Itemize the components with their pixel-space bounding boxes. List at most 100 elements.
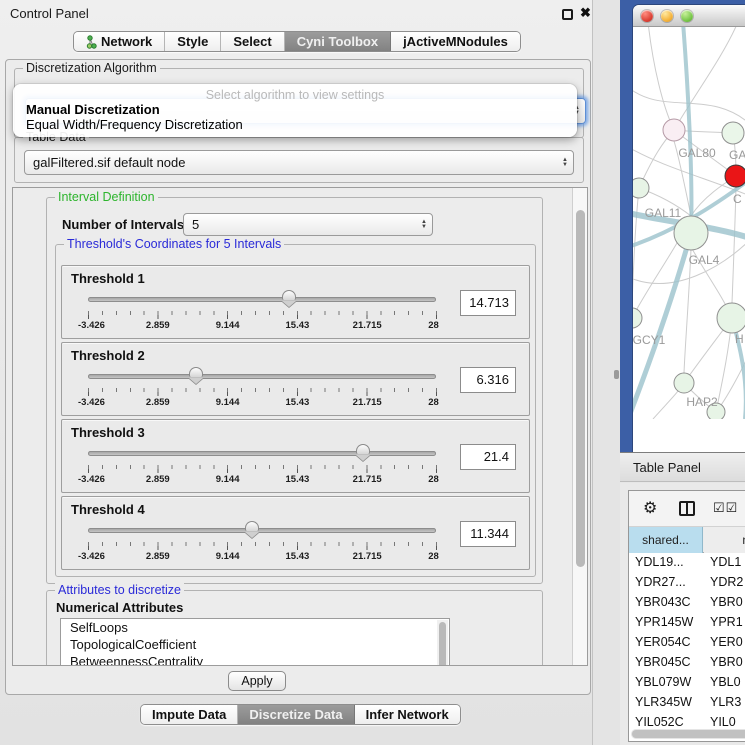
tab-impute-data[interactable]: Impute Data [141,705,238,724]
settings-vertical-scrollbar[interactable] [572,188,587,666]
threshold-value-field[interactable]: 11.344 [460,521,516,547]
network-node-label: GAL4 [689,253,720,267]
network-node[interactable] [663,119,685,141]
slider-thumb[interactable] [245,521,259,531]
slider-thumb[interactable] [189,367,203,377]
interval-definition-group: Interval Definition Number of Intervals … [46,197,543,584]
threshold-label: Threshold 4 [71,502,145,517]
cell-name: YBR0 [710,595,743,609]
network-node-label: GAL80 [678,146,716,160]
tab-network[interactable]: Network [74,32,165,51]
network-canvas[interactable]: GAL80GACGAL11GAL4GCY1HHAP2 [633,27,745,419]
threshold-label: Threshold 1 [71,271,145,286]
list-item[interactable]: TopologicalCoefficient [61,636,449,653]
zoom-traffic-light-icon[interactable] [681,10,693,22]
tab-discretize-data[interactable]: Discretize Data [238,705,354,724]
table-row[interactable]: YBL079W YBL0 [629,673,745,693]
threshold-panel: Threshold 1 -3.426 2.859 9.144 15.43 21.… [61,265,530,339]
tick-label: 9.144 [216,474,240,485]
network-node[interactable] [674,373,694,393]
threshold-slider[interactable] [88,518,436,544]
threshold-slider[interactable] [88,364,436,390]
slider-track[interactable] [88,297,436,302]
slider-thumb[interactable] [282,290,296,300]
cell-shared-name: YLR345W [635,695,692,709]
tab-cyni-toolbox-label: Cyni Toolbox [297,34,378,49]
slider-minor-ticks [88,542,437,546]
table-rows: YDL19... YDL1 YDR27... YDR2 YBR043C YBR0… [629,553,745,733]
divider-handle-icon[interactable] [614,370,619,379]
tab-jactivemnodules-label: jActiveMNodules [403,34,508,49]
threshold-value-field[interactable]: 14.713 [460,290,516,316]
algorithm-option-manual[interactable]: Manual Discretization [13,102,577,117]
table-data-select[interactable]: galFiltered.sif default node ▲▼ [24,150,574,175]
algorithm-dropdown-popup: Select algorithm to view settings Manual… [13,84,577,137]
split-pane-divider[interactable] [593,0,620,745]
table-row[interactable]: YLR345W YLR3 [629,693,745,713]
attributes-group: Attributes to discretize Numerical Attri… [46,590,543,666]
algorithm-option-equal-width[interactable]: Equal Width/Frequency Discretization [13,117,577,132]
close-icon[interactable]: ✖ [580,5,591,21]
minimize-traffic-light-icon[interactable] [661,10,673,22]
number-of-intervals-select[interactable]: 5 ▲▼ [183,213,433,236]
tab-cyni-toolbox[interactable]: Cyni Toolbox [285,32,391,51]
cell-name: YDR2 [710,575,743,589]
table-data-selected-value: galFiltered.sif default node [33,155,185,170]
slider-track[interactable] [88,451,436,456]
threshold-value-field[interactable]: 6.316 [460,367,516,393]
tab-infer-network[interactable]: Infer Network [355,705,460,724]
slider-thumb[interactable] [356,444,370,454]
threshold-value-field[interactable]: 21.4 [460,444,516,470]
table-row[interactable]: YDL19... YDL1 [629,553,745,573]
list-item[interactable]: SelfLoops [61,619,449,636]
cell-shared-name: YDL19... [635,555,684,569]
stepper-icon: ▲▼ [562,158,568,168]
network-node[interactable] [633,178,649,198]
tab-select[interactable]: Select [221,32,284,51]
network-node[interactable] [722,122,744,144]
tick-label: 2.859 [146,320,170,331]
network-node[interactable] [725,165,745,187]
slider-track[interactable] [88,528,436,533]
table-header-row: shared... na [629,527,745,553]
gear-icon[interactable]: ⚙ [643,498,657,518]
cell-shared-name: YPR145W [635,615,693,629]
tick-label: 28 [428,474,439,485]
columns-icon[interactable] [679,501,695,516]
tick-label: 2.859 [146,474,170,485]
threshold-slider[interactable] [88,287,436,313]
table-row[interactable]: YPR145W YPR1 [629,613,745,633]
column-header-shared-name[interactable]: shared... [629,527,703,553]
threshold-label: Threshold 2 [71,348,145,363]
top-tab-bar: Network Style Select Cyni Toolbox jActiv… [73,31,521,52]
select-columns-checkboxes-icon[interactable]: ☑☑ [713,500,738,516]
apply-button[interactable]: Apply [228,671,286,691]
network-node[interactable] [717,303,745,333]
list-item[interactable]: BetweennessCentrality [61,653,449,666]
cell-name: YIL0 [710,715,736,729]
slider-tick-labels: -3.426 2.859 9.144 15.43 21.715 28 [88,397,437,409]
table-panel-titlebar: Table Panel [620,452,745,482]
slider-tick-labels: -3.426 2.859 9.144 15.43 21.715 28 [88,474,437,486]
attributes-scrollbar[interactable] [437,620,448,666]
network-node[interactable] [674,216,708,250]
table-row[interactable]: YBR045C YBR0 [629,653,745,673]
table-row[interactable]: YER054C YER0 [629,633,745,653]
threshold-slider[interactable] [88,441,436,467]
close-traffic-light-icon[interactable] [641,10,653,22]
network-node[interactable] [633,308,642,328]
column-header-name[interactable]: na [704,527,745,553]
attributes-legend: Attributes to discretize [55,583,184,597]
table-horizontal-scrollbar[interactable] [631,729,745,739]
tab-jactivemnodules[interactable]: jActiveMNodules [391,32,520,51]
slider-minor-ticks [88,388,437,392]
float-window-icon[interactable] [562,9,573,20]
slider-track[interactable] [88,374,436,379]
numerical-attributes-list[interactable]: SelfLoops TopologicalCoefficient Between… [60,618,450,666]
network-window-titlebar[interactable] [633,5,745,27]
table-row[interactable]: YDR27... YDR2 [629,573,745,593]
control-panel-titlebar: Control Panel ✖ [0,0,592,26]
tab-style[interactable]: Style [165,32,221,51]
table-row[interactable]: YBR043C YBR0 [629,593,745,613]
cyni-main-panel: Discretization Algorithm ▲▼ Table Data g… [5,59,591,695]
